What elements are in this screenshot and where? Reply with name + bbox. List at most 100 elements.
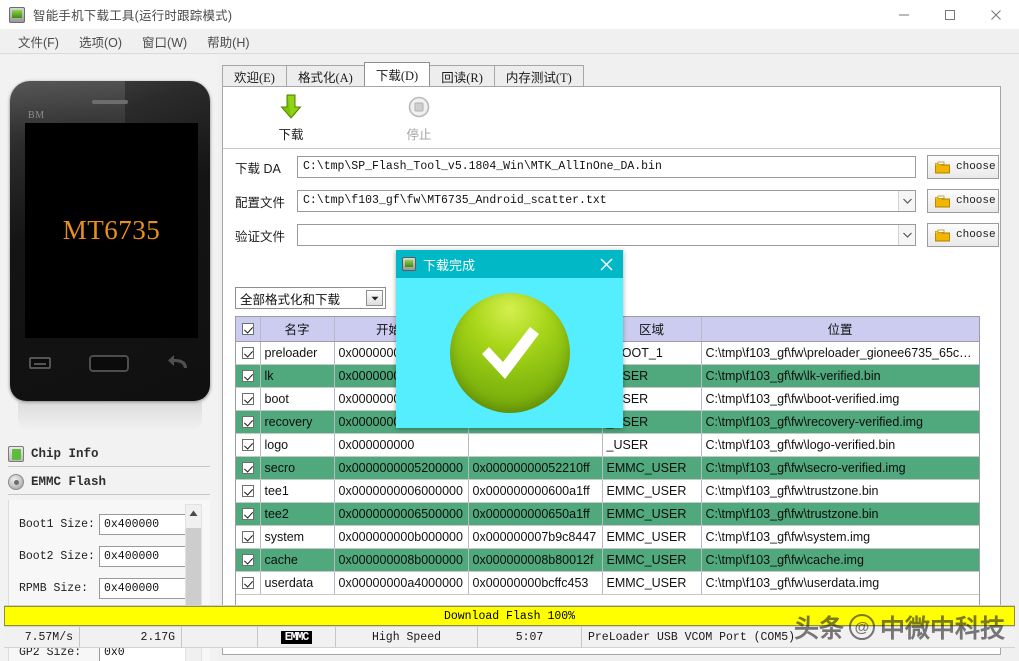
dialog-close-button[interactable] [595, 253, 617, 275]
menu-file[interactable]: 文件(F) [8, 30, 69, 53]
download-button[interactable]: 下载 [259, 92, 323, 143]
row-name: boot [260, 387, 334, 410]
sidebar-section-emmc-flash-label: EMMC Flash [31, 475, 106, 489]
folder-icon [935, 229, 950, 242]
row-name: preloader [260, 341, 334, 364]
row-name: tee1 [260, 479, 334, 502]
stop-button[interactable]: 停止 [387, 92, 451, 143]
row-name: lk [260, 364, 334, 387]
checkbox-icon[interactable] [242, 577, 254, 589]
checkbox-icon[interactable] [242, 323, 254, 335]
app-icon [9, 7, 25, 23]
menu-window[interactable]: 窗口(W) [132, 30, 197, 53]
da-path-input[interactable]: C:\tmp\SP_Flash_Tool_v5.1804_Win\MTK_All… [297, 156, 916, 178]
sidebar-section-emmc-flash[interactable]: EMMC Flash [8, 469, 210, 495]
checkbox-icon[interactable] [242, 347, 254, 359]
row-region: EMMC_USER [602, 479, 701, 502]
tab-welcome[interactable]: 欢迎(E) [222, 65, 287, 86]
da-choose-button[interactable]: choose [927, 155, 999, 179]
field-boot1-size-input[interactable]: 0x400000 [99, 514, 189, 535]
scroll-up-icon[interactable] [185, 505, 202, 522]
field-boot2-size: Boot2 Size: 0x400000 [9, 540, 189, 572]
checkbox-icon[interactable] [242, 462, 254, 474]
checkbox-icon[interactable] [242, 416, 254, 428]
row-checkbox-cell[interactable] [236, 479, 260, 502]
tab-memory-test[interactable]: 内存测试(T) [494, 65, 584, 86]
tab-readback[interactable]: 回读(R) [429, 65, 495, 86]
row-start-address: 0x0000000006000000 [334, 479, 468, 502]
row-checkbox-cell[interactable] [236, 410, 260, 433]
row-end-address: 0x000000007b9c8447 [468, 525, 602, 548]
status-blank [182, 627, 258, 647]
auth-path-input[interactable] [297, 224, 916, 246]
row-checkbox-cell[interactable] [236, 525, 260, 548]
table-row[interactable]: tee2 0x0000000006500000 0x000000000650a1… [236, 502, 979, 525]
minimize-button[interactable] [881, 0, 927, 29]
checkbox-icon[interactable] [242, 508, 254, 520]
header-select-all[interactable] [236, 317, 260, 341]
sidebar-section-chip-info-label: Chip Info [31, 447, 99, 461]
table-row[interactable]: tee1 0x0000000006000000 0x000000000600a1… [236, 479, 979, 502]
checkbox-icon[interactable] [242, 485, 254, 497]
table-row[interactable]: logo 0x000000000 _USER C:\tmp\f103_gf\fw… [236, 433, 979, 456]
tab-format[interactable]: 格式化(A) [286, 65, 365, 86]
field-boot1-size: Boot1 Size: 0x400000 [9, 508, 189, 540]
field-boot1-size-label: Boot1 Size: [19, 518, 99, 531]
menu-help[interactable]: 帮助(H) [197, 30, 259, 53]
table-row[interactable]: secro 0x0000000005200000 0x0000000005221… [236, 456, 979, 479]
checkbox-icon[interactable] [242, 393, 254, 405]
row-checkbox-cell[interactable] [236, 387, 260, 410]
status-speed: 7.57M/s [4, 627, 80, 647]
sidebar-section-chip-info[interactable]: Chip Info [8, 441, 210, 467]
tab-download[interactable]: 下载(D) [364, 62, 430, 86]
chevron-down-icon[interactable] [366, 290, 383, 306]
phone-screen: MT6735 [25, 123, 198, 338]
row-checkbox-cell[interactable] [236, 502, 260, 525]
field-rpmb-size-input[interactable]: 0x400000 [99, 578, 189, 599]
field-row-auth: 验证文件 [223, 218, 1000, 252]
app-window: 智能手机下载工具(运行时跟踪模式) 文件(F) 选项(O) 窗口(W) 帮助(H… [0, 0, 1019, 661]
row-name: userdata [260, 571, 334, 594]
row-checkbox-cell[interactable] [236, 571, 260, 594]
scatter-path-input[interactable]: C:\tmp\f103_gf\fw\MT6735_Android_scatter… [297, 190, 916, 212]
gear-icon [8, 474, 24, 490]
row-checkbox-cell[interactable] [236, 341, 260, 364]
row-start-address: 0x0000000005200000 [334, 456, 468, 479]
row-checkbox-cell[interactable] [236, 548, 260, 571]
table-row[interactable]: userdata 0x00000000a4000000 0x00000000bc… [236, 571, 979, 594]
header-name[interactable]: 名字 [260, 317, 334, 341]
checkbox-icon[interactable] [242, 370, 254, 382]
window-title: 智能手机下载工具(运行时跟踪模式) [33, 5, 232, 24]
chevron-down-icon[interactable] [898, 225, 915, 245]
scatter-choose-button[interactable]: choose [927, 189, 999, 213]
row-start-address: 0x0000000006500000 [334, 502, 468, 525]
status-storage-type-value: EMMC [281, 631, 313, 644]
checkbox-icon[interactable] [242, 439, 254, 451]
row-checkbox-cell[interactable] [236, 433, 260, 456]
auth-choose-label: choose [956, 229, 996, 241]
chevron-down-icon[interactable] [898, 191, 915, 211]
phone-brand-label: BM [28, 110, 45, 121]
menu-bar: 文件(F) 选项(O) 窗口(W) 帮助(H) [0, 29, 1019, 54]
download-mode-select[interactable]: 全部格式化和下载 [235, 287, 386, 309]
table-row[interactable]: system 0x000000000b000000 0x000000007b9c… [236, 525, 979, 548]
row-location: C:\tmp\f103_gf\fw\trustzone.bin [701, 502, 979, 525]
header-location[interactable]: 位置 [701, 317, 979, 341]
phone-body: BM MT6735 [10, 81, 210, 401]
close-button[interactable] [973, 0, 1019, 29]
row-checkbox-cell[interactable] [236, 456, 260, 479]
download-complete-dialog[interactable]: 下载完成 [396, 250, 623, 428]
menu-options[interactable]: 选项(O) [69, 30, 132, 53]
dialog-title-bar: 下载完成 [396, 250, 623, 278]
auth-choose-button[interactable]: choose [927, 223, 999, 247]
checkbox-icon[interactable] [242, 554, 254, 566]
field-boot2-size-input[interactable]: 0x400000 [99, 546, 189, 567]
table-row[interactable]: cache 0x000000008b000000 0x000000008b800… [236, 548, 979, 571]
checkbox-icon[interactable] [242, 531, 254, 543]
field-boot2-size-label: Boot2 Size: [19, 550, 99, 563]
row-region: EMMC_USER [602, 456, 701, 479]
maximize-button[interactable] [927, 0, 973, 29]
sidebar: BM MT6735 Chip Info [0, 55, 218, 661]
row-location: C:\tmp\f103_gf\fw\preloader_gionee6735_6… [701, 341, 979, 364]
row-checkbox-cell[interactable] [236, 364, 260, 387]
